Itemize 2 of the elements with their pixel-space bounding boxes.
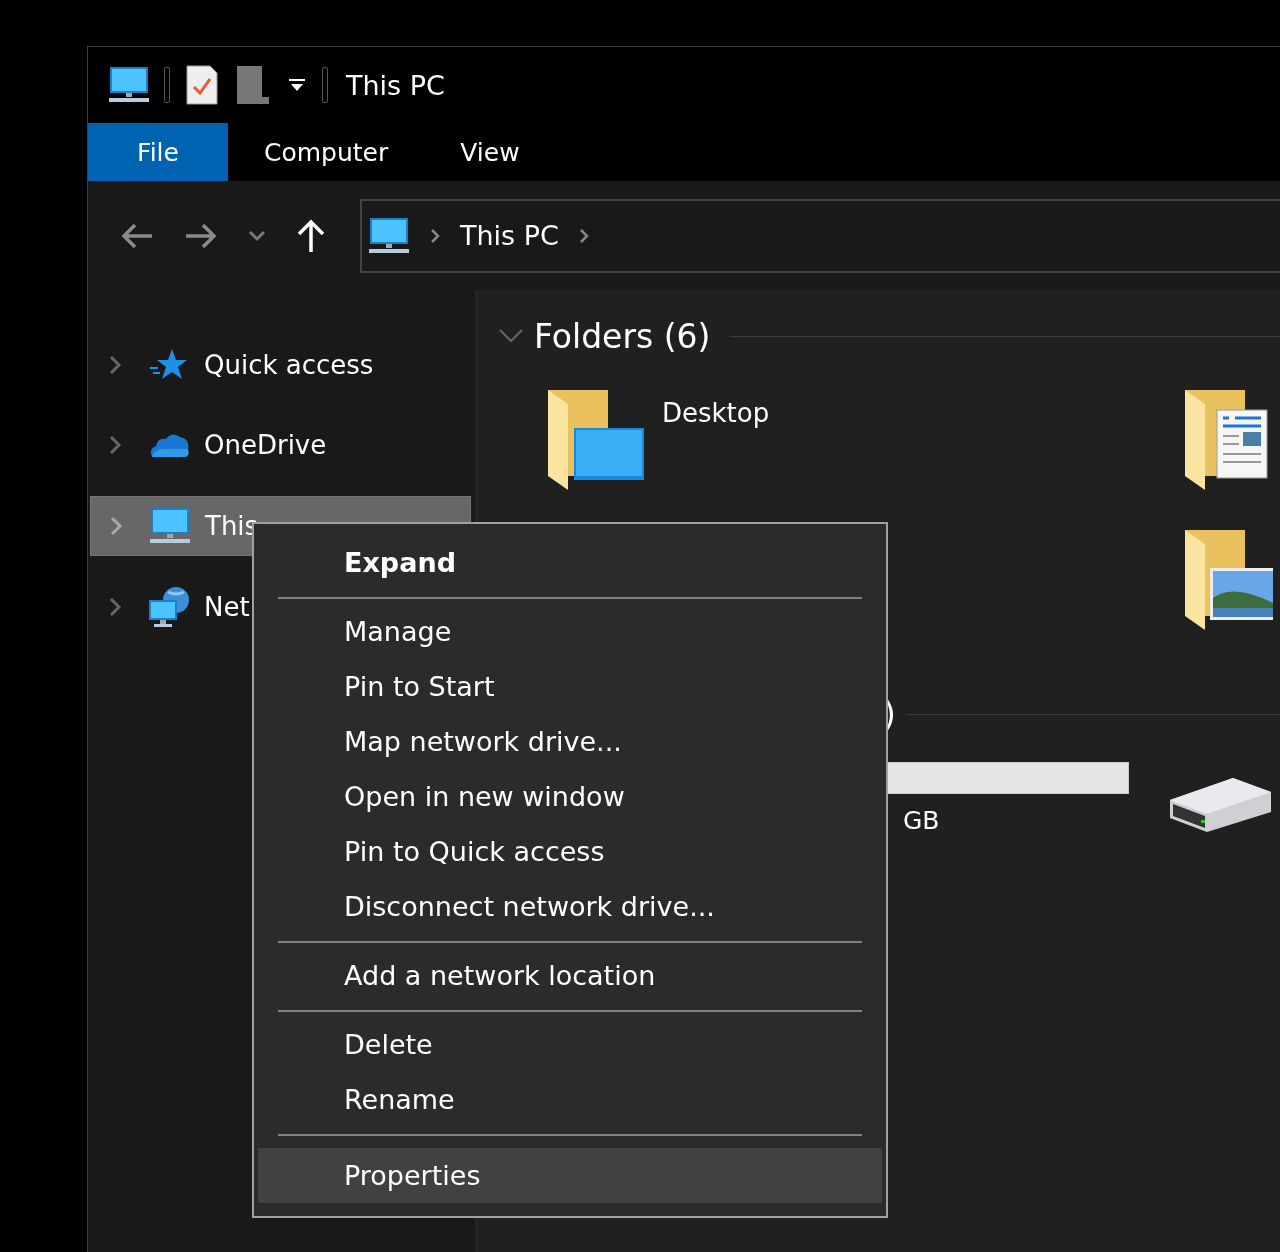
window-title: This PC: [346, 69, 445, 101]
drive-caption: GB: [903, 806, 941, 835]
